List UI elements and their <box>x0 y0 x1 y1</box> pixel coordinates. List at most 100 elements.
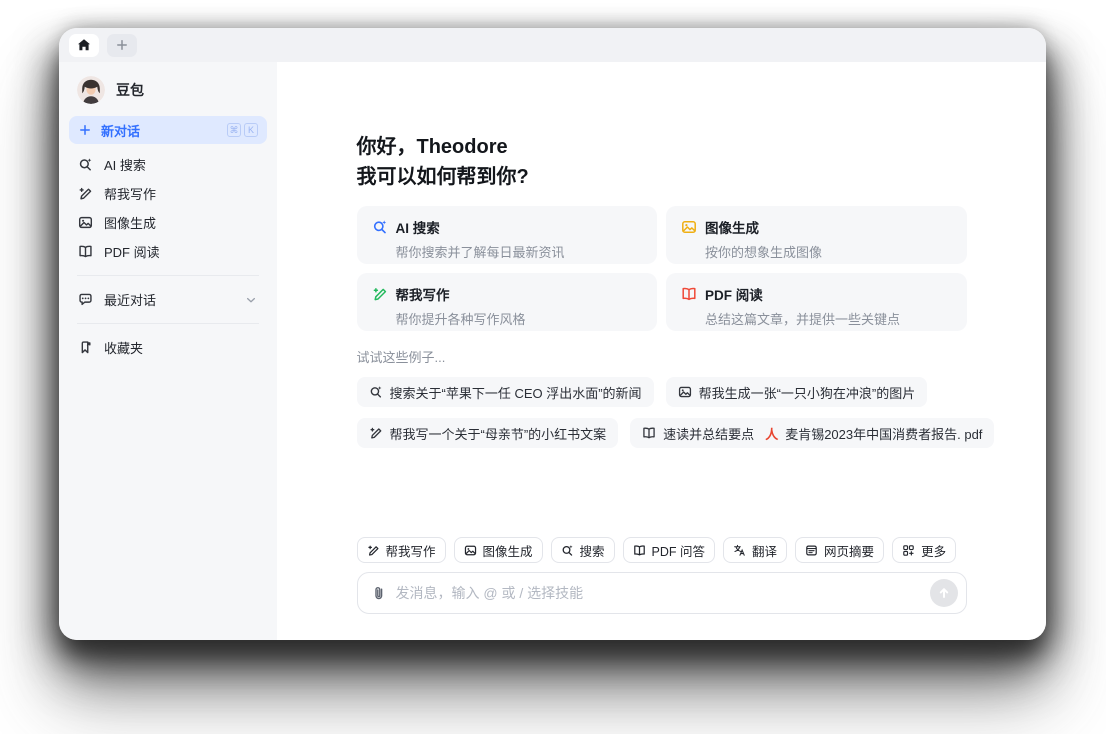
example-chip-label: 搜索关于“苹果下一任 CEO 浮出水面”的新闻 <box>389 385 642 401</box>
skill-chip-pdf-qa[interactable]: PDF 问答 <box>622 537 716 563</box>
new-chat-button[interactable]: 新对话 ⌘ K <box>69 116 267 144</box>
feature-cards: AI 搜索 帮你搜索并了解每日最新资讯 图像生成 按你的想象生成图像 帮我写作 … <box>356 206 967 331</box>
chat-bubble-icon <box>79 293 92 306</box>
avatar <box>77 76 105 104</box>
example-chip-row: 搜索关于“苹果下一任 CEO 浮出水面”的新闻 帮我生成一张“一只小狗在冲浪”的… <box>356 377 967 407</box>
skill-chip-translate[interactable]: 翻译 <box>723 537 788 563</box>
write-icon <box>373 287 386 301</box>
sidebar-item-label: AI 搜索 <box>104 158 146 173</box>
card-title: 帮我写作 <box>395 288 450 303</box>
example-chip-search-news[interactable]: 搜索关于“苹果下一任 CEO 浮出水面”的新闻 <box>356 377 654 407</box>
sidebar-item-image-gen[interactable]: 图像生成 <box>69 208 267 237</box>
app-window: 豆包 新对话 ⌘ K AI 搜索 帮我写作 图像生成 PDF 阅读 最近对话 收… <box>59 28 1046 640</box>
sidebar-item-recent-chats[interactable]: 最近对话 <box>69 285 267 314</box>
example-chip-label: 帮我写一个关于“母亲节”的小红书文案 <box>389 426 607 442</box>
tab-home[interactable] <box>69 33 99 57</box>
pdf-read-icon <box>643 427 655 439</box>
card-title: 图像生成 <box>705 221 759 236</box>
chevron-down-icon[interactable] <box>244 293 258 307</box>
plus-icon <box>80 125 90 135</box>
write-icon <box>367 545 378 556</box>
example-chip-label: 帮我生成一张“一只小狗在冲浪”的图片 <box>698 385 916 401</box>
bookmark-icon <box>81 341 91 354</box>
skill-chip-bar: 帮我写作 图像生成 搜索 PDF 问答 翻译 网页摘要 更多 <box>356 537 967 563</box>
card-write[interactable]: 帮我写作 帮你提升各种写作风格 <box>356 273 657 331</box>
profile-name: 豆包 <box>116 82 144 98</box>
image-gen-icon <box>464 545 476 555</box>
examples-title: 试试这些例子... <box>356 350 446 365</box>
send-button[interactable] <box>929 579 958 607</box>
skill-chip-more[interactable]: 更多 <box>892 537 957 563</box>
divider <box>77 275 259 276</box>
more-icon <box>903 544 914 556</box>
example-chip-summarize-pdf[interactable]: 速读并总结要点 人 麦肯锡2023年中国消费者报告. pdf <box>630 418 995 448</box>
write-icon <box>79 187 92 200</box>
sidebar-item-write[interactable]: 帮我写作 <box>69 179 267 208</box>
sidebar-item-label: 最近对话 <box>104 293 157 308</box>
shortcut-badge: ⌘ K <box>227 123 258 137</box>
example-chip-filename: 麦肯锡2023年中国消费者报告. pdf <box>785 426 983 442</box>
ai-search-icon <box>370 385 382 398</box>
profile-row[interactable]: 豆包 <box>69 72 267 108</box>
webpage-icon <box>806 545 817 555</box>
ai-search-icon <box>79 157 93 171</box>
pdf-file-icon: 人 <box>765 426 779 442</box>
pdf-read-icon <box>79 245 92 258</box>
skill-chip-label: 搜索 <box>579 544 605 559</box>
greeting-line2: 我可以如何帮到你? <box>356 166 529 188</box>
cmd-keycap: ⌘ <box>227 123 241 137</box>
skill-chip-label: 翻译 <box>752 544 778 559</box>
sidebar-item-label: 收藏夹 <box>104 341 144 356</box>
message-input-bar <box>356 572 967 614</box>
image-gen-icon <box>682 221 696 233</box>
skill-chip-label: 帮我写作 <box>385 544 436 559</box>
new-chat-label: 新对话 <box>101 123 141 139</box>
sidebar-item-pdf-read[interactable]: PDF 阅读 <box>69 237 267 266</box>
k-keycap: K <box>244 123 258 137</box>
example-chip-write-post[interactable]: 帮我写一个关于“母亲节”的小红书文案 <box>356 418 619 448</box>
skill-chip-web-summary[interactable]: 网页摘要 <box>795 537 885 563</box>
translate-icon <box>734 544 745 556</box>
skill-chip-write[interactable]: 帮我写作 <box>356 537 446 563</box>
sidebar-item-label: PDF 阅读 <box>104 245 160 260</box>
sidebar-item-label: 帮我写作 <box>104 187 157 202</box>
example-chip-row: 帮我写一个关于“母亲节”的小红书文案 速读并总结要点 人 麦肯锡2023年中国消… <box>356 418 995 448</box>
sidebar-item-label: 图像生成 <box>104 216 157 231</box>
arrow-up-icon <box>939 588 948 598</box>
example-chip-gen-image[interactable]: 帮我生成一张“一只小狗在冲浪”的图片 <box>665 377 928 407</box>
image-gen-icon <box>78 216 93 229</box>
plus-icon <box>117 40 127 50</box>
card-desc: 按你的想象生成图像 <box>705 245 823 260</box>
card-desc: 帮你提升各种写作风格 <box>395 312 526 327</box>
write-icon <box>369 427 381 439</box>
card-title: AI 搜索 <box>395 221 440 236</box>
pdf-read-icon <box>633 544 645 555</box>
message-input[interactable] <box>395 585 921 601</box>
skill-chip-image-gen[interactable]: 图像生成 <box>453 537 543 563</box>
skill-chip-label: 图像生成 <box>482 544 533 559</box>
paperclip-icon[interactable] <box>371 585 387 601</box>
example-chip-label: 速读并总结要点 <box>663 426 755 442</box>
skill-chip-label: 网页摘要 <box>824 544 875 559</box>
card-image-gen[interactable]: 图像生成 按你的想象生成图像 <box>666 206 967 264</box>
card-desc: 总结这篇文章，并提供一些关键点 <box>705 312 901 327</box>
main-area: 你好，Theodore 我可以如何帮到你? AI 搜索 帮你搜索并了解每日最新资… <box>277 62 1046 640</box>
home-icon <box>78 39 90 51</box>
sidebar-item-ai-search[interactable]: AI 搜索 <box>69 150 267 179</box>
card-desc: 帮你搜索并了解每日最新资讯 <box>395 245 565 260</box>
sidebar-nav: AI 搜索 帮我写作 图像生成 PDF 阅读 <box>69 150 267 266</box>
ai-search-icon <box>373 219 387 234</box>
sidebar-item-favorites[interactable]: 收藏夹 <box>69 333 267 362</box>
skill-chip-label: 更多 <box>921 544 947 559</box>
card-ai-search[interactable]: AI 搜索 帮你搜索并了解每日最新资讯 <box>356 206 657 264</box>
card-title: PDF 阅读 <box>705 288 763 303</box>
window-tab-bar <box>59 28 1046 62</box>
card-pdf-read[interactable]: PDF 阅读 总结这篇文章，并提供一些关键点 <box>666 273 967 331</box>
skill-chip-label: PDF 问答 <box>651 544 706 559</box>
new-tab-button[interactable] <box>107 33 137 57</box>
divider <box>77 323 259 324</box>
skill-chip-search[interactable]: 搜索 <box>550 537 615 563</box>
pdf-read-icon <box>682 287 696 301</box>
image-gen-icon <box>678 386 691 398</box>
